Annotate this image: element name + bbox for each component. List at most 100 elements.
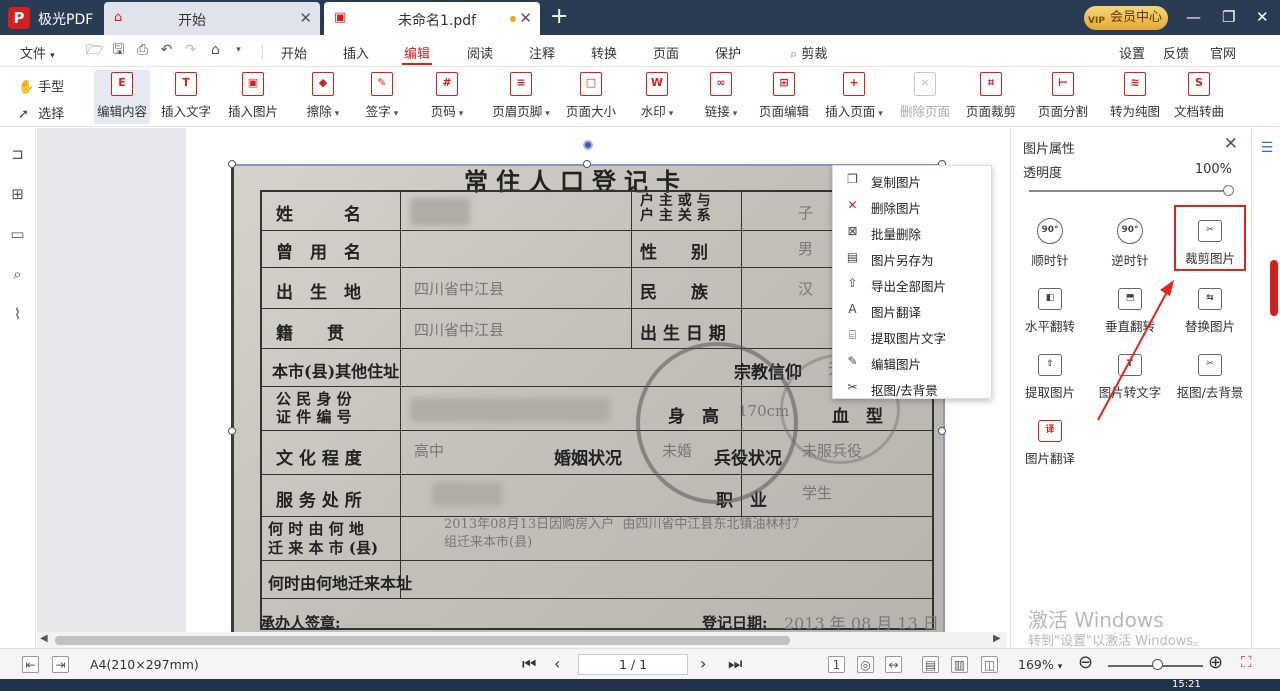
context-menu-item[interactable]: ✕ 删除图片 — [833, 193, 993, 219]
redo-icon[interactable]: ↷ — [182, 42, 199, 59]
panel-tool[interactable]: 90° 顺时针 — [1011, 210, 1089, 274]
fullscreen-icon[interactable]: ⛶ — [1241, 653, 1252, 671]
settings-link[interactable]: 设置 — [1119, 43, 1145, 62]
bookmark-icon[interactable]: ⊐ — [8, 145, 27, 164]
thumbnails-icon[interactable]: ⊞ — [8, 185, 27, 204]
first-page-icon[interactable]: ⏮ — [522, 654, 536, 674]
close-icon[interactable]: ✕ — [519, 9, 532, 27]
dropdown-caret-icon[interactable]: ▾ — [733, 109, 738, 119]
restore-button[interactable]: ❐ — [1222, 8, 1235, 26]
hand-tool[interactable]: ✋ 手型 — [18, 76, 64, 95]
resize-handle[interactable] — [228, 160, 236, 168]
single-page-icon[interactable]: ▤ — [922, 656, 939, 673]
tool-14[interactable]: ⊢ 页面分割 — [1030, 70, 1096, 124]
menu-insert[interactable]: 插入 — [343, 43, 369, 62]
menu-read[interactable]: 阅读 — [467, 43, 493, 62]
search-sidebar-icon[interactable]: ⌕ — [8, 265, 27, 284]
tab-document[interactable]: ▣ 未命名1.pdf ✕ — [324, 2, 540, 35]
panel-tool[interactable]: ◧ 水平翻转 — [1011, 278, 1089, 342]
open-folder-icon[interactable]: 🗁 — [86, 42, 103, 59]
close-icon[interactable]: ✕ — [299, 9, 312, 27]
website-link[interactable]: 官网 — [1210, 43, 1236, 62]
tool-7[interactable]: □ 页面大小 — [560, 70, 622, 124]
print-icon[interactable]: ⎙ — [134, 42, 151, 59]
horizontal-scrollbar[interactable]: ◀ ▶ — [37, 632, 1007, 648]
select-tool[interactable]: ➚ 选择 — [18, 103, 64, 122]
quick-access-dropdown-icon[interactable]: ▾ — [230, 42, 247, 59]
prev-page-icon[interactable]: ‹ — [554, 654, 560, 673]
tool-8[interactable]: W 水印 ▾ — [628, 70, 686, 124]
panel-tool[interactable]: 90° 逆时针 — [1091, 210, 1169, 274]
context-menu-item[interactable]: ✎ 编辑图片 — [833, 349, 993, 375]
context-menu-item[interactable]: ⇧ 导出全部图片 — [833, 271, 993, 297]
zoom-slider-knob[interactable] — [1152, 659, 1163, 670]
dropdown-caret-icon[interactable]: ▾ — [394, 109, 399, 119]
context-menu-item[interactable]: ⌸ 提取图片文字 — [833, 323, 993, 349]
menu-page[interactable]: 页面 — [653, 43, 679, 62]
menu-annotate[interactable]: 注释 — [529, 43, 555, 62]
properties-toggle-icon[interactable]: ☰ — [1258, 140, 1276, 158]
two-page-icon[interactable]: ◫ — [981, 656, 998, 673]
tool-15[interactable]: ≋ 转为纯图 — [1104, 70, 1166, 124]
rotate-handle[interactable] — [583, 140, 593, 150]
next-page-icon[interactable]: › — [700, 654, 706, 673]
dropdown-caret-icon[interactable]: ▾ — [335, 109, 340, 119]
window-close-button[interactable]: ✕ — [1256, 8, 1269, 26]
panel-tool[interactable]: ⇆ 替换图片 — [1171, 278, 1249, 342]
scroll-right-icon[interactable]: ▶ — [993, 633, 1001, 644]
scroll-left-icon[interactable]: ◀ — [40, 633, 48, 644]
close-icon[interactable]: ✕ — [1224, 134, 1238, 154]
zoom-out-icon[interactable]: ⊖ — [1078, 652, 1093, 673]
file-menu[interactable]: 文件 ▾ — [20, 43, 55, 62]
tool-12[interactable]: × 删除页面 — [894, 70, 956, 124]
context-menu-item[interactable]: ✂ 抠图/去背景 — [833, 375, 993, 401]
tab-home[interactable]: ⌂ 开始 ✕ — [104, 2, 320, 35]
tool-4[interactable]: ✎ 签字 ▾ — [358, 70, 406, 124]
search-box[interactable]: ⌕ 剪裁 — [790, 43, 827, 62]
dropdown-caret-icon[interactable]: ▾ — [878, 109, 883, 119]
context-menu-item[interactable]: ❐ 复制图片 — [833, 167, 993, 193]
horizontal-scroll-thumb[interactable] — [55, 636, 790, 645]
continuous-icon[interactable]: ▥ — [951, 656, 968, 673]
opacity-slider[interactable] — [1029, 190, 1229, 192]
panel-tool[interactable]: 译图片翻译 — [1011, 410, 1089, 474]
undo-icon[interactable]: ↶ — [158, 42, 175, 59]
menu-protect[interactable]: 保护 — [715, 43, 741, 62]
tool-16[interactable]: S 文档转曲 — [1168, 70, 1230, 124]
next-view-icon[interactable]: ⇥ — [52, 656, 69, 673]
context-menu-item[interactable]: A 图片翻译 — [833, 297, 993, 323]
tool-3[interactable]: ◆ 擦除 ▾ — [296, 70, 350, 124]
tool-9[interactable]: ∞ 链接 ▾ — [694, 70, 748, 124]
fit-page-icon[interactable]: ◎ — [857, 656, 874, 673]
tool-5[interactable]: # 页码 ▾ — [420, 70, 474, 124]
tool-2[interactable]: ▣ 插入图片 — [222, 70, 284, 124]
tool-1[interactable]: T 插入文字 — [156, 70, 216, 124]
resize-handle[interactable] — [228, 427, 236, 435]
dropdown-caret-icon[interactable]: ▾ — [459, 109, 464, 119]
dropdown-caret-icon[interactable]: ▾ — [669, 109, 674, 119]
home-quick-icon[interactable]: ⌂ — [207, 42, 224, 59]
new-tab-button[interactable]: + — [550, 5, 568, 29]
minimize-button[interactable]: — — [1186, 8, 1201, 26]
zoom-in-icon[interactable]: ⊕ — [1208, 652, 1223, 673]
menu-edit[interactable]: 编辑 — [404, 43, 430, 62]
vip-center-button[interactable]: VIP 会员中心 — [1084, 6, 1168, 30]
context-menu-item[interactable]: ⊠ 批量删除 — [833, 219, 993, 245]
attachment-icon[interactable]: ⌇ — [8, 305, 27, 324]
resize-handle[interactable] — [583, 160, 591, 168]
menu-start[interactable]: 开始 — [281, 43, 307, 62]
opacity-slider-knob[interactable] — [1223, 185, 1234, 196]
prev-view-icon[interactable]: ⇤ — [22, 656, 39, 673]
panel-tool[interactable]: T 图片转文字 — [1091, 344, 1169, 408]
dropdown-caret-icon[interactable]: ▾ — [545, 109, 550, 119]
tool-13[interactable]: ⌗ 页面裁剪 — [958, 70, 1024, 124]
fit-width-icon[interactable]: ↔ — [885, 656, 902, 673]
page-number-input[interactable]: 1 / 1 — [578, 654, 688, 675]
panel-tool[interactable]: ⇧ 提取图片 — [1011, 344, 1089, 408]
last-page-icon[interactable]: ⏭ — [728, 654, 742, 674]
tool-11[interactable]: + 插入页面 ▾ — [818, 70, 890, 124]
feedback-link[interactable]: 反馈 — [1163, 43, 1189, 62]
panel-tool[interactable]: ✂ 抠图/去背景 — [1171, 344, 1249, 408]
actual-size-icon[interactable]: 1 — [828, 656, 845, 673]
comments-icon[interactable]: ▭ — [8, 225, 27, 244]
